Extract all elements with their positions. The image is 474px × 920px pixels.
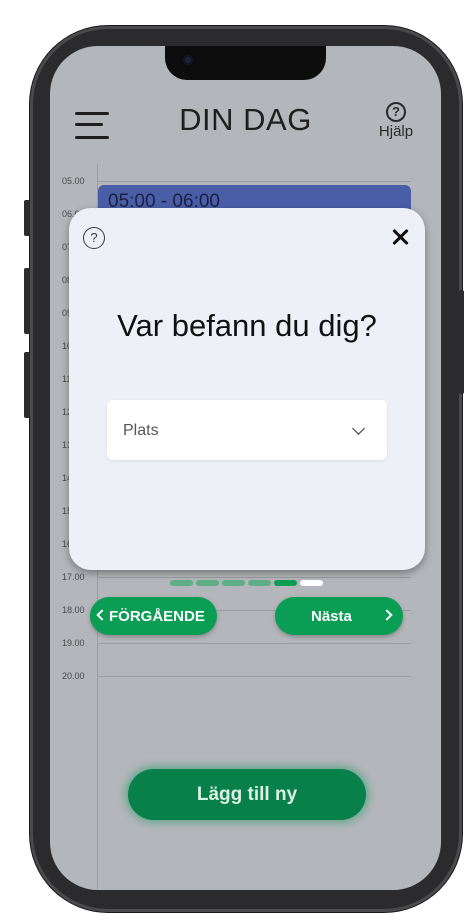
mute-switch: [24, 200, 30, 236]
hour-gridline: [98, 676, 411, 677]
previous-button[interactable]: FÖRGÅENDE: [90, 597, 217, 635]
hour-label: 20.00: [62, 671, 85, 681]
chevron-down-icon: [352, 422, 365, 435]
dialog-help-icon[interactable]: ?: [83, 227, 105, 249]
hour-gridline: [98, 577, 411, 578]
hour-label: 18.00: [62, 605, 85, 615]
progress-step: [248, 580, 271, 586]
volume-up-button: [24, 268, 30, 334]
chevron-right-icon: [381, 609, 393, 621]
progress-step: [170, 580, 193, 586]
camera-icon: [183, 55, 193, 65]
location-dialog: ? Var befann du dig? Plats: [69, 208, 425, 570]
hour-gridline: [98, 181, 411, 182]
next-button-label: Nästa: [311, 608, 352, 625]
hour-label: 17.00: [62, 572, 85, 582]
power-button: [459, 290, 464, 394]
hour-label: 05.00: [62, 176, 85, 186]
progress-step: [222, 580, 245, 586]
close-icon[interactable]: [388, 225, 412, 249]
progress-step: [196, 580, 219, 586]
progress-step: [300, 580, 323, 586]
question-mark-icon: ?: [386, 102, 406, 122]
hour-row: 19.00: [50, 638, 441, 676]
hour-gridline: [98, 643, 411, 644]
previous-button-label: FÖRGÅENDE: [109, 608, 205, 625]
progress-step: [274, 580, 297, 586]
location-select[interactable]: Plats: [107, 400, 387, 460]
help-button[interactable]: ? Hjälp: [376, 102, 416, 140]
dialog-question: Var befann du dig?: [117, 308, 377, 343]
location-select-value: Plats: [123, 422, 159, 439]
volume-down-button: [24, 352, 30, 418]
notch: [165, 46, 326, 80]
chevron-left-icon: [96, 609, 108, 621]
hour-row: 20.00: [50, 671, 441, 709]
hour-label: 19.00: [62, 638, 85, 648]
add-new-button[interactable]: Lägg till ny: [128, 769, 366, 820]
app-screen: 05.0006.0007.0008.0009.0010.0011.0012.00…: [50, 46, 441, 890]
next-button[interactable]: Nästa: [275, 597, 403, 635]
help-label: Hjälp: [378, 123, 414, 140]
